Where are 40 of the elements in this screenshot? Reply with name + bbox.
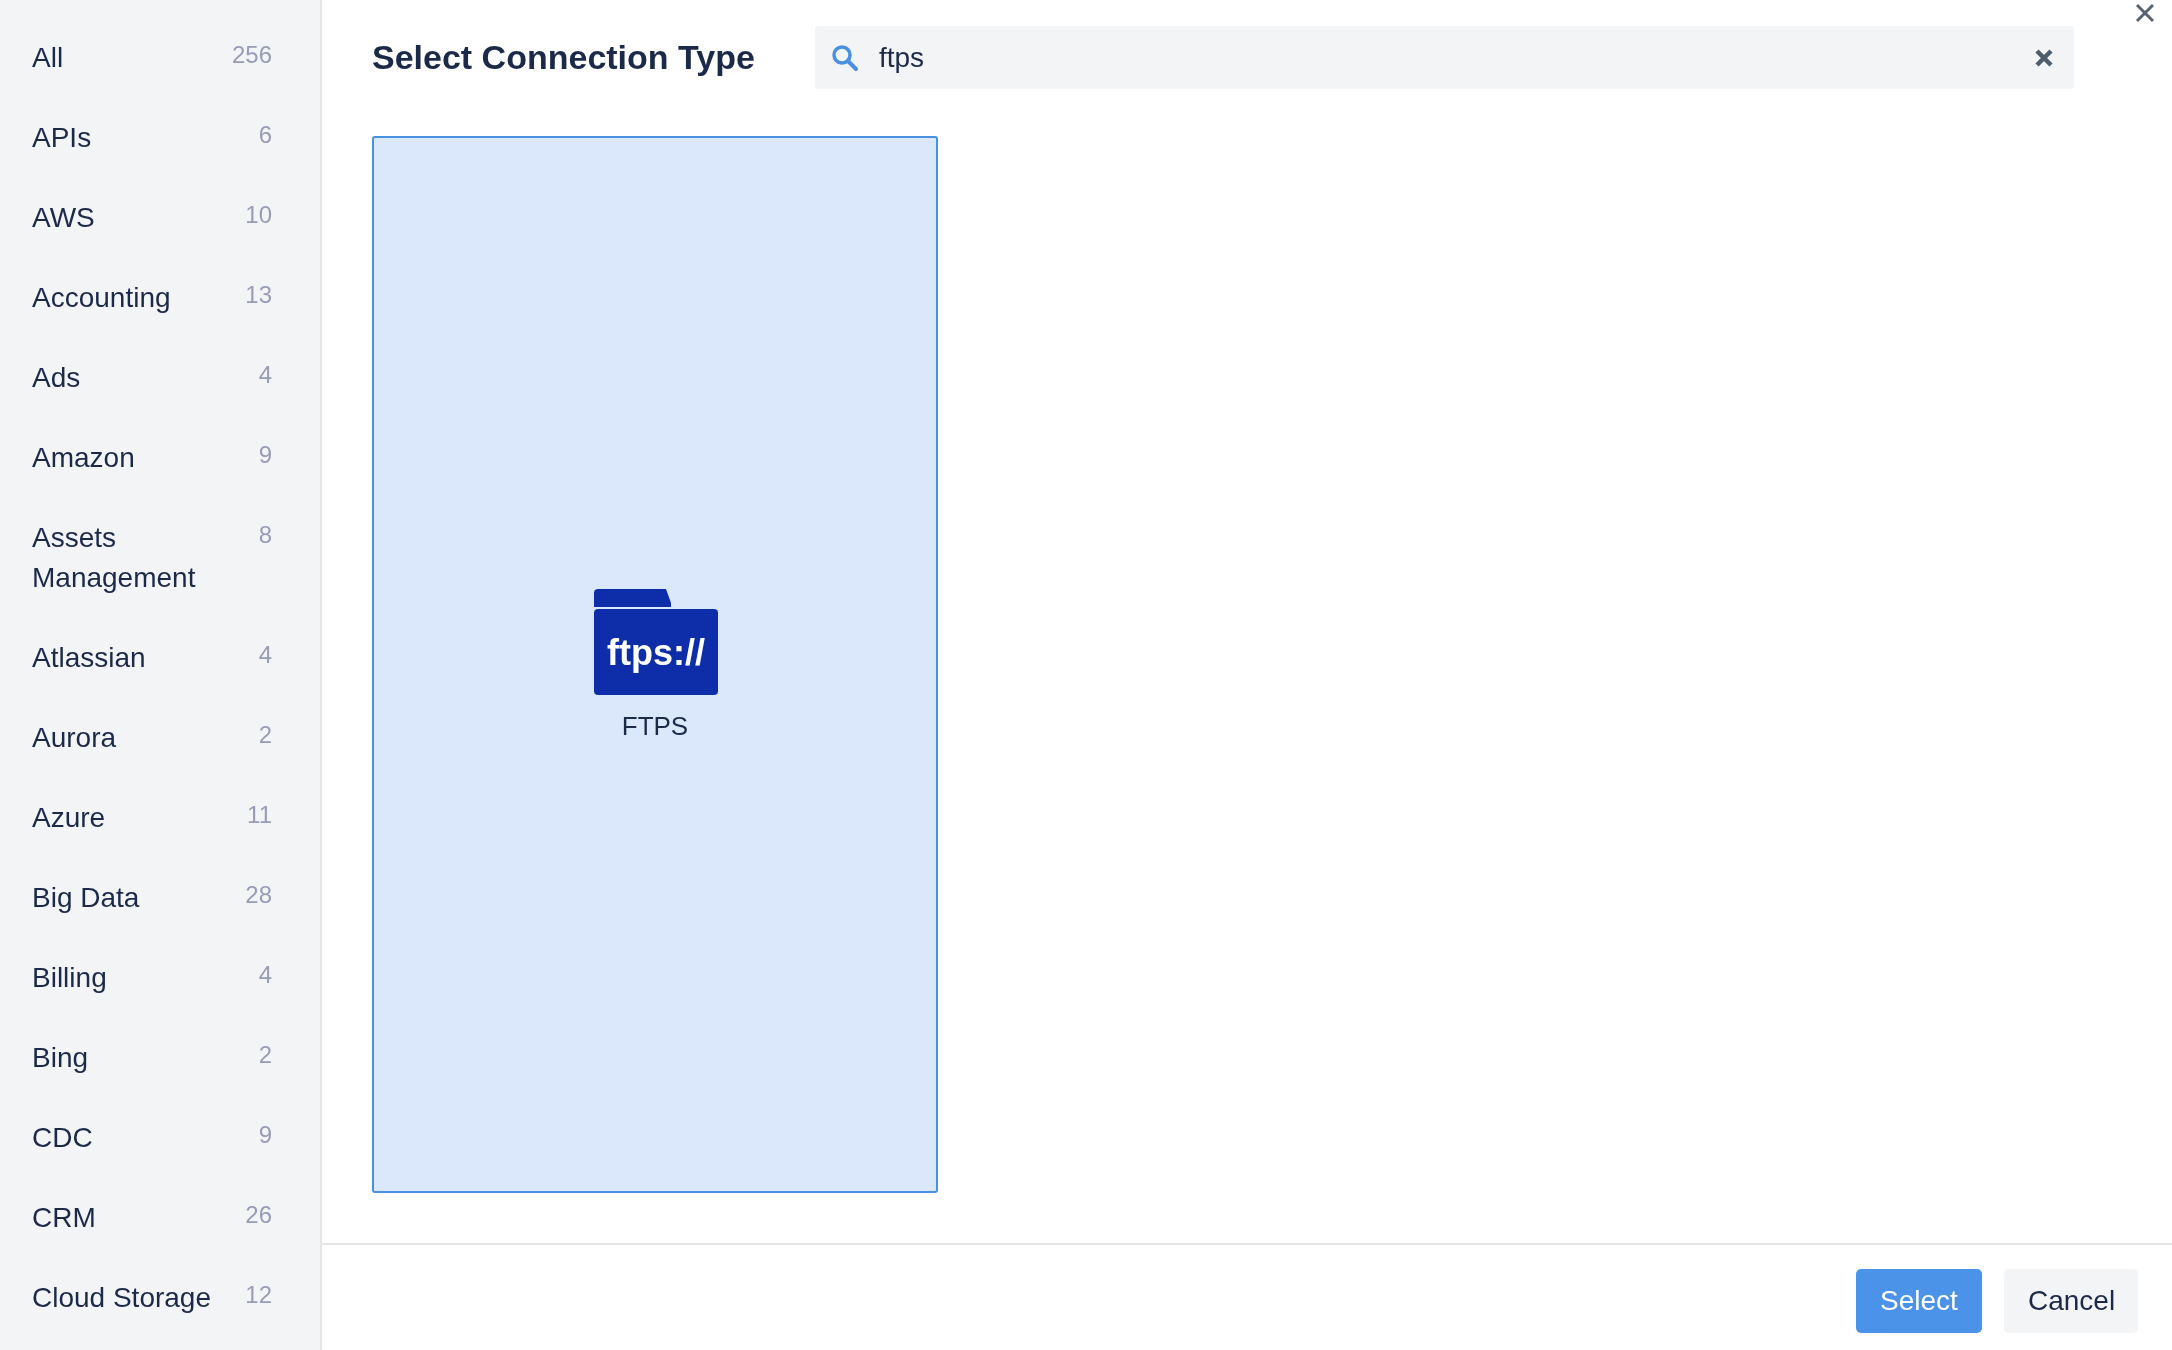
category-item[interactable]: CRM — [32, 1198, 222, 1238]
category-item[interactable]: Ads — [32, 358, 222, 398]
category-count: 8 — [258, 520, 272, 550]
category-item[interactable]: Bing — [32, 1038, 222, 1078]
category-count: 28 — [245, 880, 272, 910]
search-field[interactable]: ftps — [814, 26, 2074, 89]
category-item[interactable]: Amazon — [32, 438, 222, 478]
category-item[interactable]: Azure — [32, 798, 222, 838]
cancel-button[interactable]: Cancel — [2004, 1269, 2138, 1333]
dialog-title: Select Connection Type — [372, 38, 755, 77]
category-item[interactable]: AWS — [32, 198, 222, 238]
category-item[interactable]: CDC — [32, 1118, 222, 1158]
category-count: 4 — [258, 960, 272, 990]
category-count: 6 — [258, 120, 272, 150]
category-item[interactable]: Billing — [32, 958, 222, 998]
category-count: 9 — [258, 1120, 272, 1150]
category-count: 10 — [245, 200, 272, 230]
category-count: 2 — [258, 720, 272, 750]
category-count: 26 — [245, 1200, 272, 1230]
connection-card[interactable]: ftps:// FTPS — [372, 136, 938, 1193]
category-item[interactable]: APIs — [32, 118, 222, 158]
search-icon — [830, 43, 859, 72]
category-count: 4 — [258, 360, 272, 390]
category-count: 4 — [258, 640, 272, 670]
category-count: 11 — [247, 800, 272, 830]
category-item[interactable]: Accounting — [32, 278, 222, 318]
category-item[interactable]: Cloud Storage — [32, 1278, 222, 1318]
category-item[interactable]: Big Data — [32, 878, 222, 918]
category-count: 9 — [258, 440, 272, 470]
category-item[interactable]: Assets Management — [32, 518, 222, 598]
search-input[interactable]: ftps — [876, 40, 2016, 75]
category-count: 256 — [231, 40, 272, 70]
category-count: 12 — [245, 1280, 272, 1310]
category-item[interactable]: Atlassian — [32, 638, 222, 678]
connection-label: FTPS — [621, 711, 689, 742]
category-count: 13 — [245, 280, 272, 310]
clear-icon[interactable] — [2034, 47, 2054, 68]
category-count: 2 — [258, 1040, 272, 1070]
category-item[interactable]: All — [32, 38, 222, 78]
category-item[interactable]: Aurora — [32, 718, 222, 758]
